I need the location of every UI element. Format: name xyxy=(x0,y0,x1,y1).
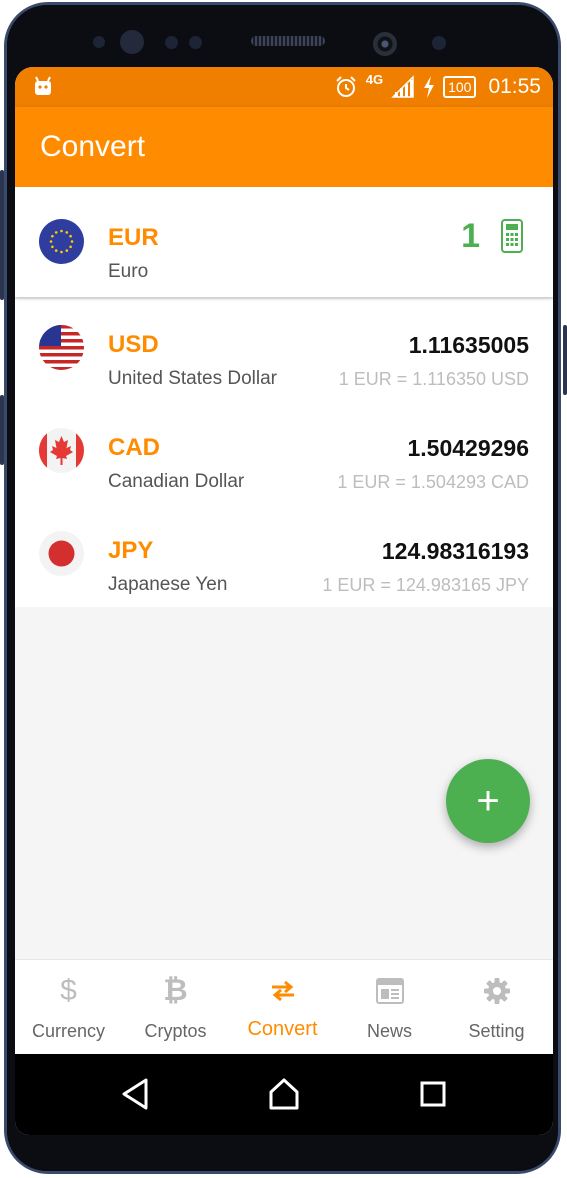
currency-code: JPY xyxy=(108,537,154,564)
newspaper-icon xyxy=(336,974,443,1008)
exchange-rate: 1 EUR = 1.116350 USD xyxy=(338,369,529,389)
converted-value: 124.98316193 xyxy=(381,538,529,564)
currency-name: United States Dollar xyxy=(108,368,277,389)
page-title: Convert xyxy=(40,130,146,163)
tab-label: Cryptos xyxy=(144,1021,207,1041)
exchange-rate: 1 EUR = 1.504293 CAD xyxy=(337,472,529,492)
home-button[interactable] xyxy=(264,1074,304,1114)
back-icon xyxy=(122,1078,148,1110)
currency-name: Japanese Yen xyxy=(108,574,228,595)
canada-flag-icon xyxy=(39,428,84,473)
base-currency-row[interactable]: EUR Euro 1 xyxy=(15,187,553,297)
earpiece-speaker xyxy=(251,36,325,46)
battery-indicator: 100 xyxy=(443,76,477,98)
clock: 01:55 xyxy=(488,75,541,98)
proximity-sensor xyxy=(432,36,446,50)
eu-flag-icon xyxy=(39,219,84,264)
android-icon xyxy=(35,76,51,95)
front-sensor xyxy=(93,36,105,48)
front-sensor xyxy=(165,36,178,49)
front-sensor-large xyxy=(120,30,144,54)
bottom-navigation: $ Currency ₿ Cryptos Convert News Settin… xyxy=(15,959,553,1055)
signal-icon xyxy=(391,75,414,98)
power-button xyxy=(0,170,4,300)
tab-label: Convert xyxy=(247,1018,318,1040)
system-navigation-bar xyxy=(15,1054,553,1135)
tab-news[interactable]: News xyxy=(336,960,443,1055)
tab-label: Setting xyxy=(468,1021,525,1041)
volume-button xyxy=(0,395,4,465)
exchange-rate: 1 EUR = 124.983165 JPY xyxy=(322,575,529,595)
gear-icon xyxy=(443,974,550,1008)
base-currency-code: EUR xyxy=(108,224,159,251)
tab-label: News xyxy=(366,1021,412,1041)
currency-code: USD xyxy=(108,331,159,358)
bitcoin-icon: ₿ xyxy=(163,974,188,1007)
home-icon xyxy=(269,1078,299,1110)
currency-list: USD United States Dollar 1.11635005 1 EU… xyxy=(15,299,553,607)
recents-button[interactable] xyxy=(413,1074,453,1114)
app-bar: Convert xyxy=(15,107,553,187)
charging-icon xyxy=(424,76,435,98)
tab-cryptos[interactable]: ₿ Cryptos xyxy=(122,960,229,1055)
converted-value: 1.11635005 xyxy=(408,332,529,358)
currency-row-usd[interactable]: USD United States Dollar 1.11635005 1 EU… xyxy=(15,299,553,402)
calculator-icon[interactable] xyxy=(501,219,523,253)
currency-name: Canadian Dollar xyxy=(108,471,245,492)
currency-row-cad[interactable]: CAD Canadian Dollar 1.50429296 1 EUR = 1… xyxy=(15,402,553,505)
swap-arrows-icon xyxy=(229,974,336,1008)
currency-row-jpy[interactable]: JPY Japanese Yen 124.98316193 1 EUR = 12… xyxy=(15,505,553,608)
tab-setting[interactable]: Setting xyxy=(443,960,550,1055)
tab-convert[interactable]: Convert xyxy=(229,960,336,1055)
status-icons: 4G 100 01:55 xyxy=(334,71,541,101)
alarm-icon xyxy=(336,76,356,97)
japan-flag-icon xyxy=(39,531,84,576)
battery-level: 100 xyxy=(448,79,472,95)
front-camera xyxy=(373,32,397,56)
tab-currency[interactable]: $ Currency xyxy=(15,960,122,1055)
currency-code: CAD xyxy=(108,434,160,461)
us-flag-icon xyxy=(39,325,84,370)
back-button[interactable] xyxy=(115,1074,155,1114)
add-currency-button[interactable]: + xyxy=(446,759,530,843)
converted-value: 1.50429296 xyxy=(407,435,529,461)
dollar-icon: $ xyxy=(60,974,77,1007)
base-amount[interactable]: 1 xyxy=(461,217,480,256)
network-type: 4G xyxy=(365,71,384,87)
status-bar: 4G 100 01:55 xyxy=(15,67,553,107)
side-button xyxy=(563,325,567,395)
front-sensor xyxy=(189,36,202,49)
app-screen: 4G 100 01:55 Convert EUR Euro 1 USD Unit… xyxy=(15,67,553,1135)
recents-icon xyxy=(420,1081,446,1107)
base-currency-name: Euro xyxy=(108,261,149,282)
plus-icon: + xyxy=(476,778,500,823)
tab-label: Currency xyxy=(31,1021,106,1041)
